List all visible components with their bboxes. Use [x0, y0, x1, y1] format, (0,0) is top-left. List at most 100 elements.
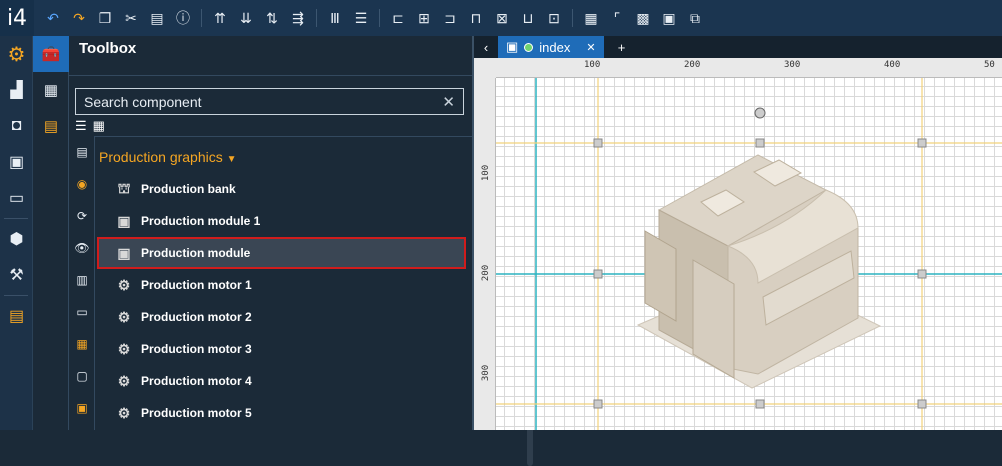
category-header[interactable]: Production graphics ▼	[95, 137, 472, 173]
book-category-icon[interactable]: ▥	[69, 264, 95, 296]
align-left-icon[interactable]: ⊏	[385, 5, 411, 31]
list-view-icon[interactable]: ☰	[75, 118, 87, 134]
redo-icon[interactable]: ↷	[66, 5, 92, 31]
status-dot	[524, 42, 534, 52]
archive-icon[interactable]: ▤	[0, 298, 33, 334]
toolbox-tab-icon[interactable]: 🧰	[33, 36, 69, 72]
item-label: Production module	[141, 246, 251, 260]
chart-icon[interactable]: ▟	[0, 72, 33, 108]
item-label: Production motor 4	[141, 374, 252, 388]
resize-handle	[593, 269, 603, 279]
distribute-v-icon[interactable]: ☰	[348, 5, 374, 31]
center-v-icon[interactable]: ⊠	[489, 5, 515, 31]
motor-icon: ⚙	[117, 404, 131, 421]
list-item-selected[interactable]: ▣ Production module	[97, 237, 466, 269]
app-logo: i4	[0, 0, 34, 36]
grid-dots-icon[interactable]: ▩	[630, 5, 656, 31]
category-column: ▤ ◉ ⟳ 👁 ▥ ▭ ▦ ▢ ▣	[69, 136, 95, 430]
rail-separator	[4, 295, 28, 296]
tab-label: index	[539, 39, 571, 55]
search-box: ✕	[75, 88, 464, 115]
document-tab-icon[interactable]: ▤	[33, 108, 69, 144]
canvas-grid[interactable]	[496, 78, 1002, 430]
center-icon[interactable]: ⊡	[541, 5, 567, 31]
resize-handle	[755, 399, 765, 409]
motor-icon: ⚙	[117, 308, 131, 325]
center-h-icon[interactable]: ⊞	[411, 5, 437, 31]
variables-tab-icon[interactable]: ▦	[33, 72, 69, 108]
design-canvas[interactable]: 100 200 300 400 50 100 200 300	[474, 58, 1002, 430]
list-item[interactable]: ⚙ Production motor 4	[95, 365, 472, 397]
list-item[interactable]: ⛫ Production bank	[95, 173, 472, 205]
search-input[interactable]	[84, 93, 443, 110]
grid-icon[interactable]: ▦	[578, 5, 604, 31]
resize-handle	[593, 138, 603, 148]
item-label: Production bank	[141, 182, 236, 196]
package-icon[interactable]: ⬢	[0, 221, 33, 257]
eye-category-icon[interactable]: 👁	[69, 232, 95, 264]
lock-category-icon[interactable]: ◉	[69, 168, 95, 200]
copy-icon[interactable]: ❐	[92, 5, 118, 31]
paste-icon[interactable]: ▤	[144, 5, 170, 31]
resize-handle	[593, 399, 603, 409]
corner-icon[interactable]: ⌜	[604, 5, 630, 31]
ruler-left: 100 200 300	[474, 78, 496, 430]
settings-gear-icon[interactable]: ⚙	[0, 36, 33, 72]
item-label: Production module 1	[141, 214, 261, 228]
page-icon: ▣	[506, 39, 519, 54]
lock-screen-icon[interactable]: ◘	[0, 108, 33, 144]
window-category-icon[interactable]: ▢	[69, 360, 95, 392]
refresh-category-icon[interactable]: ⟳	[69, 200, 95, 232]
align-top-icon[interactable]: ⇈	[207, 5, 233, 31]
motor-icon: ⚙	[117, 340, 131, 357]
undo-icon[interactable]: ↶	[40, 5, 66, 31]
top-edge-icon[interactable]: ⊓	[463, 5, 489, 31]
top-toolbar: i4 ↶ ↷ ❐ ✂ ▤ ⓘ ⇈ ⇊ ⇅ ⇶ Ⅲ ☰ ⊏ ⊞ ⊐ ⊓ ⊠ ⊔ ⊡…	[0, 0, 1002, 36]
screen-category-icon[interactable]: ▭	[69, 296, 95, 328]
align-right-edge-icon[interactable]: ⊐	[437, 5, 463, 31]
align-right-icon[interactable]: ⇶	[285, 5, 311, 31]
ruler-label: 200	[481, 264, 492, 282]
toolbar-separator	[316, 9, 317, 27]
monitor-icon[interactable]: ▭	[0, 180, 33, 216]
close-tab-icon[interactable]: ✕	[586, 41, 595, 54]
list-item[interactable]: ⚙ Production motor 2	[95, 301, 472, 333]
list-category-icon[interactable]: ▤	[69, 136, 95, 168]
clear-search-icon[interactable]: ✕	[442, 93, 455, 111]
list-item[interactable]: ⚙ Production motor 3	[95, 333, 472, 365]
ruler-label: 100	[584, 60, 601, 70]
gamepad-category-icon[interactable]: ▣	[69, 392, 95, 424]
chart-settings-icon[interactable]: ⚒	[0, 257, 33, 293]
list-item[interactable]: ⚙ Production motor 1	[95, 269, 472, 301]
grid-fine-icon[interactable]: ▣	[656, 5, 682, 31]
info-icon[interactable]: ⓘ	[170, 5, 196, 31]
module-icon: ▣	[117, 212, 131, 229]
resize-handle	[917, 138, 927, 148]
editor-area: ‹ ▣ index ✕ + 100 200 300 400 50 100 200…	[474, 36, 1002, 430]
resize-handle	[755, 138, 765, 148]
component-list: Production graphics ▼ ⛫ Production bank ▣…	[95, 136, 472, 430]
align-middle-icon[interactable]: ⇅	[259, 5, 285, 31]
bottom-edge-icon[interactable]: ⊔	[515, 5, 541, 31]
category-label: Production graphics	[99, 149, 223, 165]
cut-icon[interactable]: ✂	[118, 5, 144, 31]
ruler-label: 50	[984, 60, 995, 70]
motor-icon: ⚙	[117, 372, 131, 389]
list-item[interactable]: ▣ Production module 1	[95, 205, 472, 237]
ruler-label: 300	[481, 364, 492, 382]
tab-back-button[interactable]: ‹	[474, 40, 498, 55]
snap-icon[interactable]: ⧉	[682, 5, 708, 31]
tab-index[interactable]: ▣ index ✕	[498, 36, 604, 58]
distribute-h-icon[interactable]: Ⅲ	[322, 5, 348, 31]
image-icon[interactable]: ▣	[0, 144, 33, 180]
list-item[interactable]: ⚙ Production motor 5	[95, 397, 472, 429]
grid-view-icon[interactable]: ▦	[93, 118, 105, 134]
align-bottom-icon[interactable]: ⇊	[233, 5, 259, 31]
table-category-icon[interactable]: ▦	[69, 328, 95, 360]
ruler-label: 100	[481, 164, 492, 182]
item-label: Production motor 1	[141, 278, 252, 292]
toolbox-panel: Toolbox ✕ ☰ ▦ ▤ ◉ ⟳ 👁 ▥ ▭ ▦ ▢ ▣ Producti…	[69, 36, 533, 466]
toolbar-buttons: ↶ ↷ ❐ ✂ ▤ ⓘ ⇈ ⇊ ⇅ ⇶ Ⅲ ☰ ⊏ ⊞ ⊐ ⊓ ⊠ ⊔ ⊡ ▦ …	[34, 0, 708, 36]
main-nav-rail: ⚙ ▟ ◘ ▣ ▭ ⬢ ⚒ ▤	[0, 36, 33, 430]
add-tab-button[interactable]: +	[610, 40, 634, 55]
